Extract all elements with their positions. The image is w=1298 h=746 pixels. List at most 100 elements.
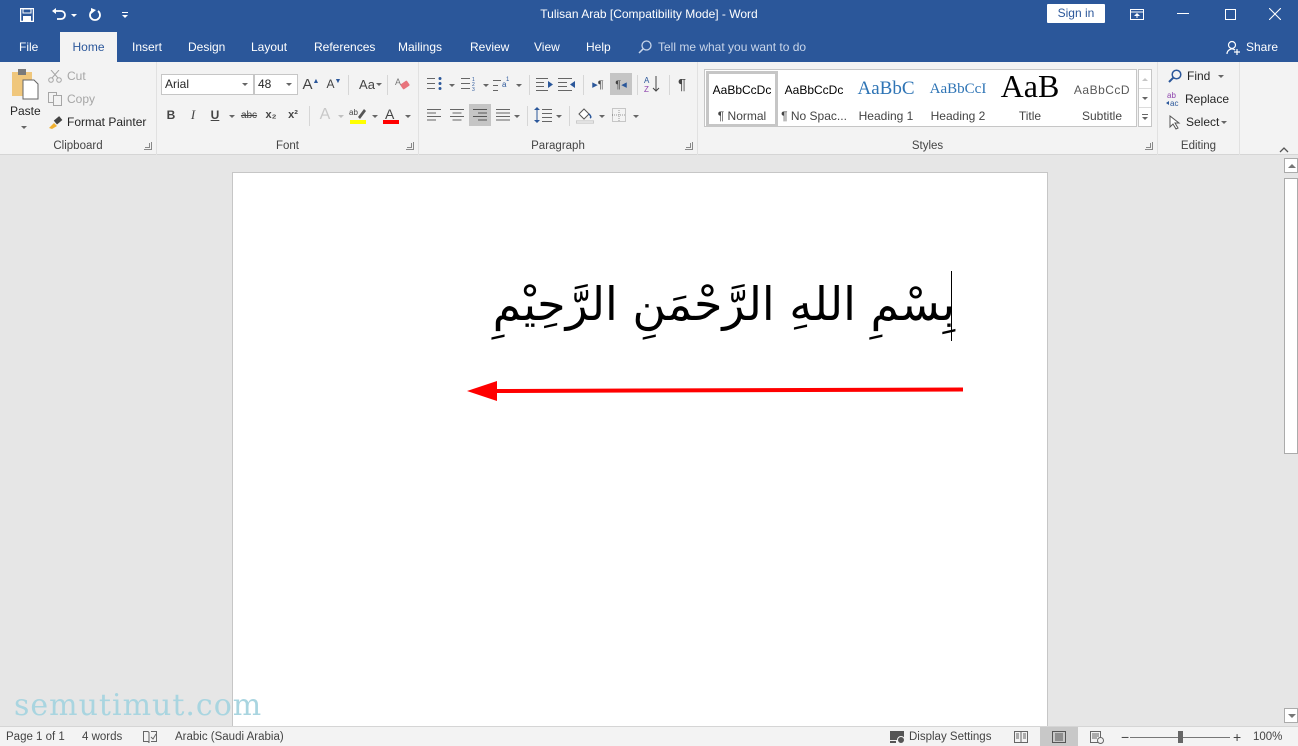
borders-button[interactable] [608, 104, 630, 126]
font-size-combo[interactable]: 48 [254, 74, 298, 95]
subscript-button[interactable]: x₂ [260, 104, 282, 126]
numbering-button[interactable]: 123 [458, 73, 480, 95]
styles-dialog-launcher[interactable] [1145, 142, 1153, 150]
tab-review[interactable]: Review [458, 32, 521, 62]
chevron-down-icon[interactable] [633, 115, 639, 118]
language-indicator[interactable]: Arabic (Saudi Arabia) [175, 727, 284, 746]
share-button[interactable]: Share [1226, 32, 1278, 62]
tab-insert[interactable]: Insert [120, 32, 174, 62]
chevron-down-icon[interactable] [338, 115, 344, 118]
style-heading-2[interactable]: AaBbCcI Heading 2 [922, 71, 994, 127]
display-settings-button[interactable]: Display Settings [890, 727, 991, 746]
tab-mailings[interactable]: Mailings [386, 32, 454, 62]
highlight-button[interactable]: ab [347, 104, 369, 126]
maximize-button[interactable] [1207, 0, 1253, 28]
collapse-ribbon-button[interactable] [1279, 142, 1291, 153]
tab-file[interactable]: File [7, 32, 50, 62]
chevron-down-icon [242, 83, 248, 86]
select-button[interactable]: Select [1169, 114, 1228, 130]
format-painter-button[interactable]: Format Painter [48, 114, 146, 130]
style-heading-1[interactable]: AaBbC Heading 1 [850, 71, 922, 127]
font-color-button[interactable]: A [380, 104, 402, 126]
scroll-thumb[interactable] [1284, 178, 1298, 454]
multilevel-list-button[interactable]: a1 [491, 73, 513, 95]
print-layout-button[interactable] [1040, 727, 1078, 746]
chevron-down-icon[interactable] [599, 115, 605, 118]
line-spacing-button[interactable] [532, 104, 554, 126]
find-button[interactable]: Find [1168, 68, 1225, 84]
web-layout-button[interactable] [1089, 727, 1105, 746]
font-name-combo[interactable]: Arial [161, 74, 254, 95]
grow-font-button[interactable]: A▲ [300, 73, 322, 95]
chevron-down-icon[interactable] [514, 115, 520, 118]
read-mode-button[interactable] [1013, 727, 1029, 746]
underline-button[interactable]: U [204, 104, 226, 126]
style-title[interactable]: AaB Title [994, 71, 1066, 127]
zoom-level[interactable]: 100% [1253, 727, 1282, 746]
zoom-slider-thumb[interactable] [1177, 731, 1183, 743]
tab-references[interactable]: References [302, 32, 387, 62]
proofing-button[interactable] [143, 727, 157, 746]
style-subtitle[interactable]: AaBbCcD Subtitle [1066, 71, 1138, 127]
change-case-button[interactable]: Aa [352, 73, 382, 95]
close-button[interactable] [1252, 0, 1298, 28]
styles-more-button[interactable] [1139, 108, 1151, 127]
align-right-button[interactable] [469, 104, 491, 126]
bold-button[interactable]: B [160, 104, 182, 126]
paste-button[interactable]: Paste [6, 66, 42, 134]
align-left-button[interactable] [423, 104, 445, 126]
zoom-out-button[interactable]: − [1121, 727, 1129, 746]
right-to-left-button[interactable]: ¶◂ [610, 73, 632, 95]
bullets-button[interactable] [424, 73, 446, 95]
ribbon-display-icon [1130, 8, 1144, 20]
align-center-button[interactable] [446, 104, 468, 126]
shading-button[interactable] [574, 104, 596, 126]
styles-scroll-up-button[interactable] [1139, 70, 1151, 89]
chevron-down-icon[interactable] [516, 84, 522, 87]
tab-design[interactable]: Design [176, 32, 237, 62]
clear-formatting-button[interactable]: A [392, 73, 414, 95]
chevron-down-icon[interactable] [372, 115, 378, 118]
tab-help[interactable]: Help [574, 32, 623, 62]
chevron-down-icon[interactable] [449, 84, 455, 87]
clipboard-dialog-launcher[interactable] [144, 142, 152, 150]
style-no-spacing[interactable]: AaBbCcDc ¶ No Spac... [778, 71, 850, 127]
show-hide-marks-button[interactable]: ¶ [671, 73, 693, 95]
replace-button[interactable]: ab ac Replace [1166, 91, 1229, 107]
sort-button[interactable]: AZ [641, 73, 663, 95]
justify-button[interactable] [492, 104, 514, 126]
chevron-down-icon[interactable] [405, 115, 411, 118]
italic-button[interactable]: I [182, 104, 204, 126]
tab-layout[interactable]: Layout [239, 32, 299, 62]
document-page[interactable]: بِسْمِ اللهِ الرَّحْمَنِ الرَّحِيْمِ [232, 172, 1048, 732]
styles-scroll-down-button[interactable] [1139, 89, 1151, 108]
underline-dropdown-icon[interactable] [229, 115, 235, 118]
copy-button[interactable]: Copy [48, 91, 95, 107]
word-count[interactable]: 4 words [82, 727, 122, 746]
chevron-down-icon[interactable] [483, 84, 489, 87]
cut-button[interactable]: Cut [48, 68, 86, 84]
minimize-button[interactable] [1160, 0, 1206, 28]
left-to-right-button[interactable]: ▸¶ [587, 73, 609, 95]
strikethrough-button[interactable]: abc [238, 104, 260, 126]
decrease-indent-button[interactable] [534, 73, 556, 95]
scroll-down-button[interactable] [1284, 708, 1298, 723]
style-normal[interactable]: AaBbCcDc ¶ Normal [706, 71, 778, 127]
font-dialog-launcher[interactable] [406, 142, 414, 150]
superscript-button[interactable]: x² [282, 104, 304, 126]
tell-me-search[interactable]: Tell me what you want to do [638, 32, 806, 62]
vertical-scrollbar[interactable] [1282, 156, 1298, 726]
tab-view[interactable]: View [522, 32, 572, 62]
paragraph-dialog-launcher[interactable] [685, 142, 693, 150]
sign-in-button[interactable]: Sign in [1047, 4, 1105, 23]
ribbon-display-options-button[interactable] [1114, 0, 1160, 28]
chevron-down-icon[interactable] [556, 115, 562, 118]
scroll-up-button[interactable] [1284, 158, 1298, 173]
increase-indent-button[interactable] [556, 73, 578, 95]
tab-home[interactable]: Home [60, 32, 117, 62]
shrink-font-button[interactable]: A▼ [323, 73, 345, 95]
arabic-text[interactable]: بِسْمِ اللهِ الرَّحْمَنِ الرَّحِيْمِ [473, 269, 955, 339]
text-effects-button[interactable]: A [314, 104, 336, 126]
zoom-in-button[interactable]: + [1233, 727, 1241, 746]
page-count[interactable]: Page 1 of 1 [6, 727, 65, 746]
